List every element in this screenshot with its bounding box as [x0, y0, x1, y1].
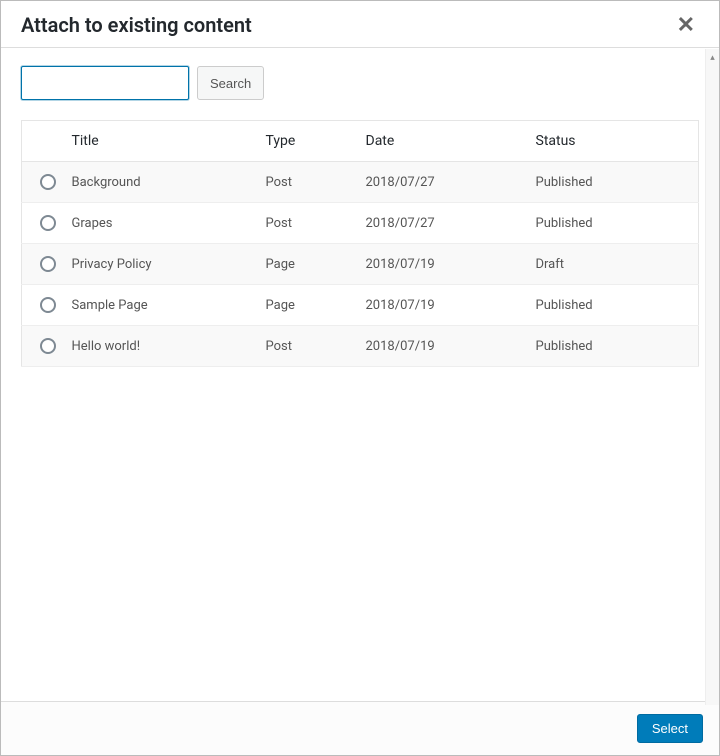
search-row: Search	[21, 66, 699, 100]
row-title: Background	[66, 162, 256, 203]
row-title: Grapes	[66, 203, 256, 244]
row-radio[interactable]	[40, 256, 56, 272]
row-date: 2018/07/19	[356, 244, 526, 285]
select-button[interactable]: Select	[637, 714, 703, 743]
col-radio-header	[22, 121, 66, 162]
row-date: 2018/07/27	[356, 162, 526, 203]
attach-modal: Attach to existing content ✕ ▴ Search Ti…	[0, 0, 720, 756]
row-type: Page	[256, 285, 356, 326]
row-status: Published	[526, 203, 699, 244]
row-radio[interactable]	[40, 174, 56, 190]
table-row[interactable]: Sample Page Page 2018/07/19 Published	[22, 285, 699, 326]
row-radio[interactable]	[40, 338, 56, 354]
table-row[interactable]: Grapes Post 2018/07/27 Published	[22, 203, 699, 244]
row-radio[interactable]	[40, 215, 56, 231]
row-date: 2018/07/19	[356, 285, 526, 326]
row-date: 2018/07/19	[356, 326, 526, 367]
row-title: Sample Page	[66, 285, 256, 326]
modal-header: Attach to existing content ✕	[1, 1, 719, 48]
close-icon[interactable]: ✕	[673, 14, 699, 36]
row-status: Published	[526, 162, 699, 203]
row-status: Published	[526, 326, 699, 367]
col-type-header[interactable]: Type	[256, 121, 356, 162]
modal-title: Attach to existing content	[21, 13, 252, 37]
search-input[interactable]	[21, 66, 189, 100]
row-title: Privacy Policy	[66, 244, 256, 285]
row-status: Draft	[526, 244, 699, 285]
modal-footer: Select	[1, 701, 719, 755]
table-row[interactable]: Hello world! Post 2018/07/19 Published	[22, 326, 699, 367]
table-header-row: Title Type Date Status	[22, 121, 699, 162]
table-row[interactable]: Privacy Policy Page 2018/07/19 Draft	[22, 244, 699, 285]
row-type: Post	[256, 162, 356, 203]
row-type: Post	[256, 326, 356, 367]
modal-body: Search Title Type Date Status Background…	[1, 48, 719, 701]
row-type: Post	[256, 203, 356, 244]
row-status: Published	[526, 285, 699, 326]
content-table: Title Type Date Status Background Post 2…	[21, 120, 699, 367]
row-date: 2018/07/27	[356, 203, 526, 244]
row-type: Page	[256, 244, 356, 285]
row-radio[interactable]	[40, 297, 56, 313]
table-row[interactable]: Background Post 2018/07/27 Published	[22, 162, 699, 203]
col-status-header[interactable]: Status	[526, 121, 699, 162]
search-button[interactable]: Search	[197, 66, 264, 100]
col-title-header[interactable]: Title	[66, 121, 256, 162]
row-title: Hello world!	[66, 326, 256, 367]
col-date-header[interactable]: Date	[356, 121, 526, 162]
